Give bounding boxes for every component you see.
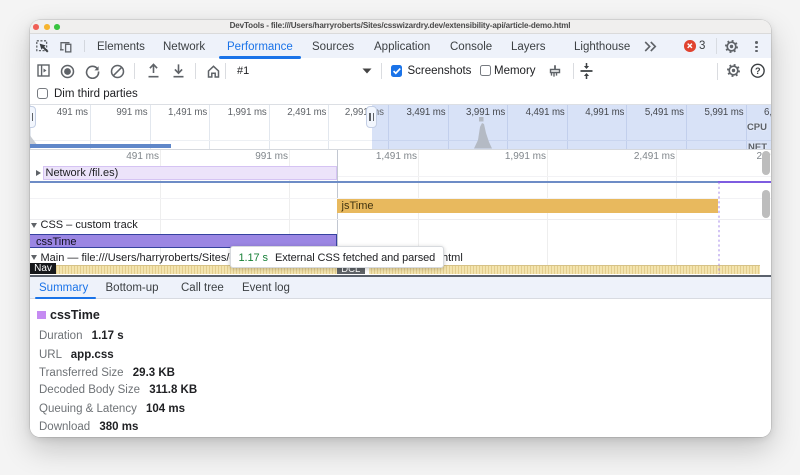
svg-text:?: ? [754, 66, 760, 76]
